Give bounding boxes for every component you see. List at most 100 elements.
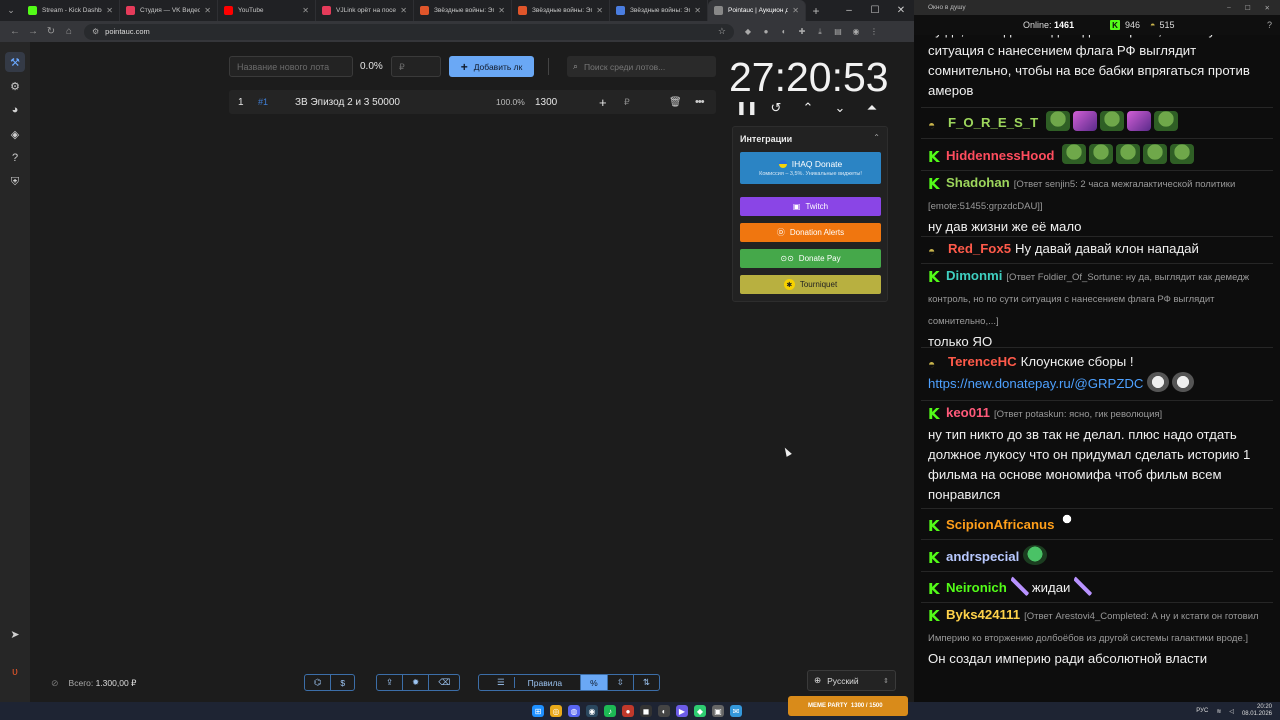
twitch-button[interactable]: ▣ Twitch: [740, 197, 881, 216]
pause-icon[interactable]: ❚❚: [736, 100, 758, 116]
browser-tab[interactable]: Stream - Kick Dashboard ✕: [22, 0, 120, 21]
browser-tab[interactable]: Звёздные войны: Эпиз... ✕: [610, 0, 708, 21]
maximize-icon[interactable]: ☐: [1245, 4, 1251, 12]
add-lot-button[interactable]: + Добавить лк: [449, 56, 534, 77]
chat-nick[interactable]: Shadohan: [946, 175, 1010, 190]
app-icon[interactable]: ◼: [640, 705, 652, 717]
url-field[interactable]: ⚙ pointauc.com ☆: [84, 23, 734, 40]
close-window-icon[interactable]: ✕: [888, 0, 914, 21]
chat-nick[interactable]: Red_Fox5: [948, 241, 1011, 256]
sidepanel-icon[interactable]: ▤: [832, 26, 844, 38]
site-info-icon[interactable]: ⚙: [92, 27, 99, 36]
browser-tab[interactable]: Звёздные войны: Эпиз... ✕: [512, 0, 610, 21]
menu-dots-icon[interactable]: ⋮: [868, 26, 880, 38]
download-icon[interactable]: ⤓: [814, 26, 826, 38]
home-icon[interactable]: ⌂: [60, 26, 78, 37]
chat-nick[interactable]: HiddennessHood: [946, 148, 1054, 163]
shield-icon[interactable]: ⛨: [5, 172, 25, 192]
chevron-down-icon[interactable]: ⌄: [832, 100, 848, 116]
chat-nick[interactable]: Dimonmi: [946, 268, 1002, 283]
lot-amount[interactable]: 1300: [535, 97, 557, 108]
collapse-chevron-icon[interactable]: ⌃: [873, 133, 880, 142]
clear-trash-icon[interactable]: ⌫: [429, 675, 459, 690]
settings-gear-icon[interactable]: ⚙: [5, 76, 25, 96]
brand-logo-icon[interactable]: ʋ: [5, 662, 25, 682]
browser-tab[interactable]: Студия — VK Видео Li...✕: [120, 0, 218, 21]
donate-link[interactable]: https://new.donatepay.ru/@GRPZDC: [928, 376, 1143, 391]
chat-nick[interactable]: andrspecial: [946, 549, 1019, 564]
donation-alerts-button[interactable]: Ⓓ Donation Alerts: [740, 223, 881, 242]
close-tab-icon[interactable]: ✕: [106, 6, 113, 15]
minimize-icon[interactable]: –: [836, 0, 862, 21]
minimize-icon[interactable]: –: [1227, 4, 1231, 12]
chat-nick[interactable]: F_O_R_E_S_T: [948, 115, 1038, 130]
chat-nick[interactable]: Byks424111: [946, 607, 1020, 622]
close-tab-icon[interactable]: ✕: [400, 6, 407, 15]
chevron-up-icon[interactable]: ⌃: [800, 100, 816, 116]
chat-nick[interactable]: ScipionAfricanus: [946, 517, 1054, 532]
help-icon[interactable]: ?: [5, 148, 25, 168]
lot-name[interactable]: ЗВ Эпизод 2 и 3 50000: [295, 97, 400, 108]
volume-icon[interactable]: ◁: [1229, 708, 1234, 715]
layers-icon[interactable]: ◈: [5, 124, 25, 144]
new-tab-icon[interactable]: +: [806, 4, 826, 18]
wheel-pie-icon[interactable]: ◕: [5, 100, 25, 120]
auction-hammer-icon[interactable]: ⚒: [5, 52, 25, 72]
export-icon[interactable]: ⇪: [377, 675, 404, 690]
close-tab-icon[interactable]: ✕: [302, 6, 309, 15]
compress-icon[interactable]: ⇳: [608, 675, 634, 690]
close-tab-icon[interactable]: ✕: [596, 6, 603, 15]
bug-icon[interactable]: ✹: [403, 675, 430, 690]
obs-icon[interactable]: ◐: [658, 705, 670, 717]
language-select[interactable]: ⊕ Русский ⇕: [807, 670, 896, 691]
close-tab-icon[interactable]: ✕: [792, 6, 799, 15]
steam-icon[interactable]: ◉: [586, 705, 598, 717]
maximize-icon[interactable]: ☐: [862, 0, 888, 21]
back-icon[interactable]: ←: [6, 26, 24, 37]
lot-search-input[interactable]: ⌕ Поиск среди лотов...: [567, 56, 716, 77]
more-dots-icon[interactable]: •••: [695, 96, 705, 108]
lot-fast-id[interactable]: #1: [258, 97, 268, 107]
chrome-icon[interactable]: ◎: [550, 705, 562, 717]
forward-icon[interactable]: →: [24, 26, 42, 37]
app-icon[interactable]: ◆: [694, 705, 706, 717]
chat-nick[interactable]: keo011: [946, 405, 990, 420]
help-icon[interactable]: ?: [1267, 20, 1272, 30]
bookmark-star-icon[interactable]: ☆: [718, 26, 726, 37]
browser-tab[interactable]: YouTube ✕: [218, 0, 316, 21]
new-lot-name-input[interactable]: [229, 56, 353, 77]
clock[interactable]: 20:20 08.01.2026: [1242, 704, 1272, 718]
extension-icon[interactable]: ◐: [778, 26, 790, 38]
discord-icon[interactable]: ◍: [568, 705, 580, 717]
close-tab-icon[interactable]: ✕: [694, 6, 701, 15]
close-tab-icon[interactable]: ✕: [204, 6, 211, 15]
keyboard-language[interactable]: РУС: [1196, 708, 1208, 714]
new-lot-amount-input[interactable]: [391, 56, 441, 77]
close-window-icon[interactable]: ✕: [1265, 4, 1270, 12]
telegram-icon[interactable]: ➤: [5, 624, 25, 644]
github-icon[interactable]: ⌬: [305, 675, 332, 690]
tourniquet-button[interactable]: ✱ Tourniquet: [740, 275, 881, 294]
eye-off-icon[interactable]: ⊘: [51, 678, 59, 689]
donate-pay-button[interactable]: ⊙⊙ Donate Pay: [740, 249, 881, 268]
rules-button[interactable]: ☰ Правила: [479, 675, 582, 690]
browser-tab-active[interactable]: Pointauc | Аукцион для... ✕: [708, 0, 806, 21]
browser-tab[interactable]: VJLink орёт на посетит... ✕: [316, 0, 414, 21]
add-amount-plus-icon[interactable]: +: [599, 95, 607, 110]
reset-icon[interactable]: ↺: [768, 100, 784, 116]
delete-trash-icon[interactable]: 🗑: [669, 97, 682, 108]
double-chevron-up-icon[interactable]: ⏶: [864, 100, 880, 116]
chat-nick[interactable]: Neironich: [946, 580, 1007, 595]
app-icon[interactable]: ●: [622, 705, 634, 717]
sort-icon[interactable]: ⇅: [634, 675, 659, 690]
wifi-icon[interactable]: ≋: [1216, 708, 1221, 715]
extension-icon[interactable]: ◆: [742, 26, 754, 38]
app-icon[interactable]: ▶: [676, 705, 688, 717]
browser-tab[interactable]: Звёздные войны: Эпиз... ✕: [414, 0, 512, 21]
lot-row[interactable]: 1 #1 ЗВ Эпизод 2 и 3 50000 100.0% 1300 +…: [229, 90, 716, 114]
reload-icon[interactable]: ↻: [42, 26, 60, 37]
app-icon[interactable]: ▣: [712, 705, 724, 717]
profile-icon[interactable]: ◉: [850, 26, 862, 38]
app-icon[interactable]: ✉: [730, 705, 742, 717]
puzzle-icon[interactable]: ✚: [796, 26, 808, 38]
